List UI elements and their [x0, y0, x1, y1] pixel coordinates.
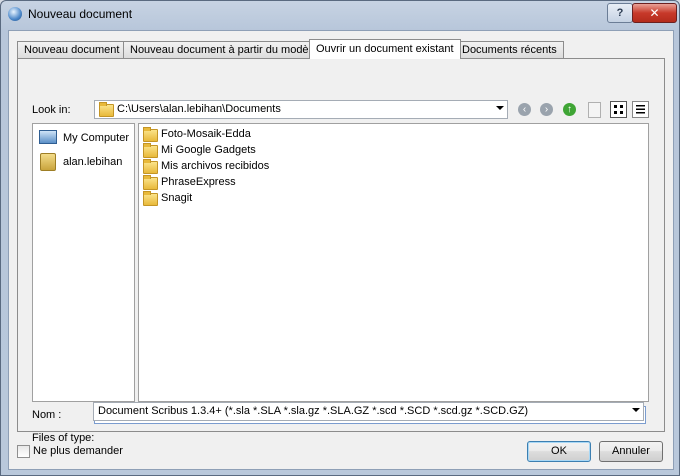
name-label: Nom : — [32, 409, 62, 421]
file-name: PhraseExpress — [161, 176, 236, 188]
tab-recent-documents[interactable]: Documents récents — [455, 41, 564, 58]
tab-new-from-template[interactable]: Nouveau document à partir du modèle — [123, 41, 325, 58]
up-icon[interactable]: ↑ — [563, 103, 576, 116]
dialog-window: Nouveau document ? ✕ Nouveau document No… — [0, 0, 680, 476]
sidebar-item-label: My Computer — [63, 132, 130, 144]
dialog-client: Nouveau document Nouveau document à part… — [8, 30, 674, 470]
look-in-label: Look in: — [32, 104, 71, 116]
chevron-down-icon — [496, 106, 504, 110]
folder-icon — [143, 143, 158, 158]
file-type-value: Document Scribus 1.3.4+ (*.sla *.SLA *.s… — [98, 405, 529, 417]
back-icon[interactable]: ‹ — [518, 103, 531, 116]
close-button[interactable]: ✕ — [632, 3, 677, 23]
places-sidebar: My Computer alan.lebihan — [32, 123, 135, 402]
sidebar-item-label: alan.lebihan — [63, 156, 123, 168]
look-in-combo[interactable]: C:\Users\alan.lebihan\Documents — [94, 100, 508, 119]
file-name: Foto-Mosaik-Edda — [161, 128, 251, 140]
title-bar[interactable]: Nouveau document ? ✕ — [1, 1, 679, 27]
user-folder-icon — [40, 153, 56, 171]
app-icon — [8, 7, 22, 21]
file-type-label: Files of type: — [32, 432, 95, 444]
tab-open-existing[interactable]: Ouvrir un document existant — [309, 39, 461, 59]
file-list: Foto-Mosaik-Edda Mi Google Gadgets Mis a… — [138, 123, 649, 402]
window-title: Nouveau document — [28, 7, 133, 21]
folder-icon — [99, 102, 114, 117]
help-button[interactable]: ? — [607, 3, 633, 23]
tab-content: Look in: C:\Users\alan.lebihan\Documents… — [17, 58, 665, 444]
cancel-button[interactable]: Annuler — [599, 441, 663, 462]
file-type-combo[interactable]: Document Scribus 1.3.4+ (*.sla *.SLA *.s… — [93, 402, 644, 421]
detail-view-icon[interactable] — [632, 101, 649, 118]
computer-icon — [39, 130, 57, 144]
chevron-down-icon — [632, 408, 640, 412]
folder-icon — [143, 159, 158, 174]
forward-icon[interactable]: › — [540, 103, 553, 116]
new-folder-icon[interactable] — [588, 102, 601, 118]
look-in-path: C:\Users\alan.lebihan\Documents — [117, 103, 281, 115]
folder-icon — [143, 191, 158, 206]
dont-ask-checkbox[interactable] — [17, 445, 30, 458]
tab-new-document[interactable]: Nouveau document — [17, 41, 127, 58]
dont-ask-label[interactable]: Ne plus demander — [33, 445, 123, 457]
ok-button[interactable]: OK — [527, 441, 591, 462]
file-name: Mi Google Gadgets — [161, 144, 256, 156]
file-name: Mis archivos recibidos — [161, 160, 270, 172]
file-name: Snagit — [161, 192, 193, 204]
folder-icon — [143, 175, 158, 190]
list-view-icon[interactable] — [610, 101, 627, 118]
folder-icon — [143, 127, 158, 142]
